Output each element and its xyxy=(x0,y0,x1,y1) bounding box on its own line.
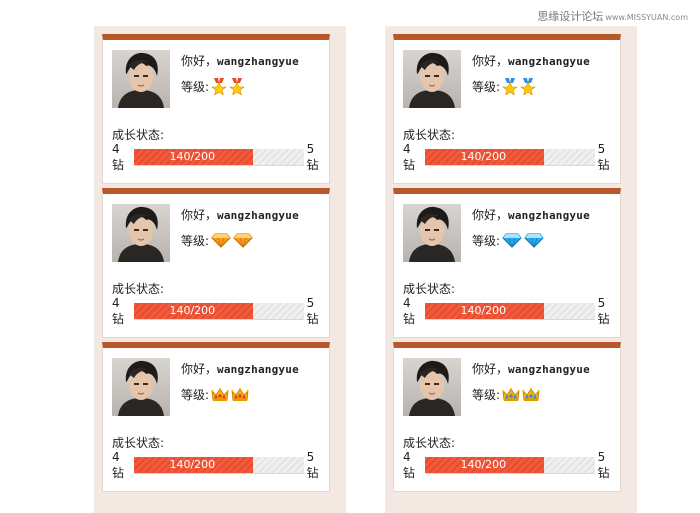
growth-status-label: 成长状态: xyxy=(112,282,165,296)
level-label: 等级: xyxy=(181,388,210,402)
diamond-blue-icon xyxy=(502,233,522,248)
crown-blue-icon xyxy=(522,387,540,402)
diamond-blue-icon xyxy=(524,233,544,248)
level-row: 等级: xyxy=(472,386,540,403)
growth-status-label: 成长状态: xyxy=(403,128,456,142)
progress-from-label: 4钻 xyxy=(403,295,416,326)
progress-text: 140/200 xyxy=(460,457,507,471)
greeting: 你好，wangzhangyue xyxy=(472,52,590,69)
username: wangzhangyue xyxy=(508,55,590,68)
crown-red-icon xyxy=(211,387,229,402)
progress-bar: 140/200 xyxy=(425,302,595,320)
level-row: 等级: xyxy=(472,232,544,249)
level-row: 等级: xyxy=(181,78,245,95)
username: wangzhangyue xyxy=(217,363,299,376)
right-column: 你好，wangzhangyue 等级: 成长状态: 4钻 140/200 5钻 xyxy=(385,26,637,513)
greeting-prefix: 你好， xyxy=(472,208,509,222)
medal-icon xyxy=(211,78,227,95)
avatar xyxy=(403,204,461,262)
profile-card: 你好，wangzhangyue 等级: 成长状态: 4钻 140/200 5钻 xyxy=(393,342,621,492)
growth-status-label: 成长状态: xyxy=(112,128,165,142)
progress-row: 4钻 140/200 5钻 xyxy=(403,142,617,172)
profile-card: 你好，wangzhangyue 等级: 成长状态: 4钻 140/200 5钻 xyxy=(393,34,621,184)
progress-row: 4钻 140/200 5钻 xyxy=(112,142,326,172)
progress-bar: 140/200 xyxy=(134,148,304,166)
progress-row: 4钻 140/200 5钻 xyxy=(403,450,617,480)
avatar xyxy=(112,204,170,262)
progress-to-label: 5钻 xyxy=(306,295,319,326)
progress-row: 4钻 140/200 5钻 xyxy=(403,296,617,326)
level-label: 等级: xyxy=(181,80,210,94)
username: wangzhangyue xyxy=(508,363,590,376)
level-label: 等级: xyxy=(472,388,501,402)
level-label: 等级: xyxy=(472,80,501,94)
crown-red-icon xyxy=(231,387,249,402)
medal-icon xyxy=(229,78,245,95)
level-row: 等级: xyxy=(181,232,253,249)
greeting: 你好，wangzhangyue xyxy=(181,52,299,69)
watermark: 思缘设计论坛 www.MISSYUAN.com xyxy=(537,8,688,24)
level-label: 等级: xyxy=(181,234,210,248)
growth-status-label: 成长状态: xyxy=(112,436,165,450)
progress-row: 4钻 140/200 5钻 xyxy=(112,450,326,480)
username: wangzhangyue xyxy=(508,209,590,222)
avatar xyxy=(403,358,461,416)
progress-text: 140/200 xyxy=(460,149,507,163)
progress-bar: 140/200 xyxy=(134,302,304,320)
progress-text: 140/200 xyxy=(460,303,507,317)
level-label: 等级: xyxy=(472,234,501,248)
progress-from-label: 4钻 xyxy=(112,295,125,326)
progress-to-label: 5钻 xyxy=(306,449,319,480)
progress-text: 140/200 xyxy=(169,149,216,163)
progress-bar: 140/200 xyxy=(425,456,595,474)
medal-blue-icon xyxy=(502,78,518,95)
medal-blue-icon xyxy=(520,78,536,95)
crown-blue-icon xyxy=(502,387,520,402)
progress-to-label: 5钻 xyxy=(597,449,610,480)
progress-to-label: 5钻 xyxy=(597,141,610,172)
left-column: 你好，wangzhangyue 等级: 成长状态: 4钻 140/200 5钻 xyxy=(94,26,346,513)
profile-card: 你好，wangzhangyue 等级: 成长状态: 4钻 140/200 5钻 xyxy=(393,188,621,338)
profile-card: 你好，wangzhangyue 等级: 成长状态: 4钻 140/200 5钻 xyxy=(102,34,330,184)
diamond-orange-icon xyxy=(233,233,253,248)
progress-to-label: 5钻 xyxy=(306,141,319,172)
progress-row: 4钻 140/200 5钻 xyxy=(112,296,326,326)
level-row: 等级: xyxy=(181,386,249,403)
progress-to-label: 5钻 xyxy=(597,295,610,326)
progress-bar: 140/200 xyxy=(425,148,595,166)
progress-from-label: 4钻 xyxy=(403,449,416,480)
progress-text: 140/200 xyxy=(169,457,216,471)
greeting-prefix: 你好， xyxy=(472,54,509,68)
progress-text: 140/200 xyxy=(169,303,216,317)
username: wangzhangyue xyxy=(217,55,299,68)
growth-status-label: 成长状态: xyxy=(403,282,456,296)
greeting: 你好，wangzhangyue xyxy=(181,206,299,223)
profile-card: 你好，wangzhangyue 等级: 成长状态: 4钻 140/200 5钻 xyxy=(102,342,330,492)
avatar xyxy=(112,50,170,108)
avatar xyxy=(112,358,170,416)
watermark-text: 思缘设计论坛 xyxy=(537,10,604,23)
greeting-prefix: 你好， xyxy=(181,362,218,376)
profile-card: 你好，wangzhangyue 等级: 成长状态: 4钻 140/200 5钻 xyxy=(102,188,330,338)
username: wangzhangyue xyxy=(217,209,299,222)
watermark-site: www.MISSYUAN.com xyxy=(605,13,688,22)
growth-status-label: 成长状态: xyxy=(403,436,456,450)
greeting: 你好，wangzhangyue xyxy=(472,360,590,377)
greeting-prefix: 你好， xyxy=(181,54,218,68)
avatar xyxy=(403,50,461,108)
progress-from-label: 4钻 xyxy=(112,449,125,480)
greeting: 你好，wangzhangyue xyxy=(181,360,299,377)
progress-from-label: 4钻 xyxy=(112,141,125,172)
diamond-orange-icon xyxy=(211,233,231,248)
greeting-prefix: 你好， xyxy=(181,208,218,222)
progress-from-label: 4钻 xyxy=(403,141,416,172)
greeting: 你好，wangzhangyue xyxy=(472,206,590,223)
level-row: 等级: xyxy=(472,78,536,95)
greeting-prefix: 你好， xyxy=(472,362,509,376)
progress-bar: 140/200 xyxy=(134,456,304,474)
